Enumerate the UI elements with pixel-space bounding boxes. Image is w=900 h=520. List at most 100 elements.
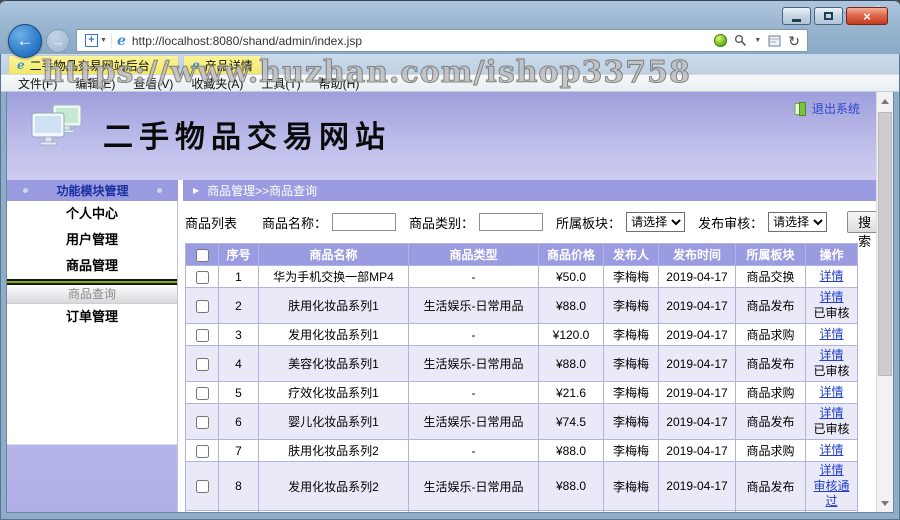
- sidebar-item[interactable]: 商品管理: [7, 253, 177, 279]
- tab-label: 产品详情: [204, 58, 253, 73]
- product-name: 疗效化妆品系列1: [258, 381, 409, 404]
- detail-link[interactable]: 审核通过: [808, 479, 855, 509]
- type-filter-input[interactable]: [479, 213, 544, 231]
- board: 商品交换: [735, 265, 806, 288]
- publish-date: 2019-04-17: [658, 403, 736, 440]
- filter-bar: 商品列表 商品名称： 商品类别： 所属板块： 请选择 发布审核： 请选择 搜索 …: [185, 201, 876, 249]
- sidebar-item[interactable]: 用户管理: [7, 227, 177, 253]
- name-filter-input[interactable]: [332, 213, 397, 231]
- operations-cell: 详情 已审核: [805, 345, 858, 382]
- browser-window: × ← → + ▼ e http://localhost:8080/shand/…: [0, 0, 900, 520]
- logout-label: 退出系统: [811, 102, 860, 116]
- sidebar-item[interactable]: 订单管理: [7, 304, 177, 330]
- sidebar-items-bottom: 订单管理: [7, 304, 177, 330]
- table-header-row: 序号 商品名称 商品类型 商品价格 发布人 发布时间 所属板块 操作: [185, 243, 858, 266]
- detail-link[interactable]: 详情: [819, 269, 843, 284]
- search-dropdown-icon[interactable]: ▼: [754, 37, 761, 44]
- row-checkbox[interactable]: [195, 415, 209, 429]
- maximize-button[interactable]: [814, 7, 843, 25]
- decor-dot-icon: [157, 188, 162, 193]
- select-all-checkbox[interactable]: [195, 248, 209, 262]
- board: 商品发布: [735, 345, 806, 382]
- forward-arrow-icon: →: [51, 33, 65, 49]
- search-button[interactable]: 搜索: [847, 211, 876, 249]
- column-header: 商品名称: [258, 243, 409, 266]
- product-price: ¥120.0: [538, 323, 604, 346]
- product-name: 发用化妆品系列1: [258, 323, 409, 346]
- column-header: 发布时间: [658, 243, 736, 266]
- row-checkbox[interactable]: [195, 386, 209, 400]
- menu-item[interactable]: 编辑(E): [66, 75, 124, 92]
- row-index: 1: [218, 265, 259, 288]
- row-checkbox[interactable]: [195, 480, 209, 494]
- publisher: 李梅梅: [603, 439, 659, 462]
- menu-item[interactable]: 文件(F): [9, 75, 66, 92]
- detail-link[interactable]: 详情: [819, 385, 843, 400]
- scroll-down-button[interactable]: [877, 495, 893, 511]
- menu-item[interactable]: 收藏夹(A): [182, 75, 252, 92]
- audit-filter-select[interactable]: 请选择: [768, 212, 828, 232]
- table-row: 8 发用化妆品系列2 生活娱乐-日常用品 ¥88.0 李梅梅 2019-04-17 商品发布…: [185, 461, 858, 511]
- scroll-up-button[interactable]: [877, 93, 893, 109]
- row-checkbox[interactable]: [195, 299, 209, 313]
- name-filter-label: 商品名称：: [262, 215, 328, 231]
- close-icon: ×: [863, 8, 871, 24]
- list-title: 商品列表: [185, 215, 238, 231]
- sidebar-item-product-query[interactable]: 商品查询: [7, 285, 177, 304]
- row-checkbox[interactable]: [195, 444, 209, 458]
- tab-admin-backend[interactable]: e 二手物品交易网站后台 ×: [8, 55, 180, 74]
- publish-date: 2019-04-17: [658, 287, 736, 324]
- detail-link[interactable]: 详情: [819, 406, 843, 421]
- sidebar-item[interactable]: 个人中心: [7, 201, 177, 227]
- tab-close-icon[interactable]: ×: [164, 59, 170, 71]
- address-bar[interactable]: + ▼ e http://localhost:8080/shand/admin/…: [76, 29, 808, 52]
- menu-item[interactable]: 工具(T): [252, 75, 309, 92]
- url-text[interactable]: http://localhost:8080/shand/admin/index.…: [132, 34, 362, 48]
- search-icon[interactable]: [734, 34, 747, 47]
- detail-link[interactable]: 详情: [819, 348, 843, 363]
- board: 商品求购: [735, 323, 806, 346]
- site-header: 二手物品交易网站 退出系统: [7, 92, 876, 180]
- detail-link[interactable]: 详情: [819, 327, 843, 342]
- page-icon[interactable]: [768, 35, 781, 47]
- row-select-cell: [185, 287, 219, 324]
- operations-cell: 详情: [805, 439, 858, 462]
- operations-cell: 详情 已审核: [805, 287, 858, 324]
- product-price: ¥88.0: [538, 287, 604, 324]
- scrollbar-thumb[interactable]: [878, 112, 892, 376]
- back-button[interactable]: ←: [8, 24, 42, 58]
- column-header: 发布人: [603, 243, 659, 266]
- page-title: 二手物品交易网站: [103, 121, 391, 154]
- product-type: -: [408, 510, 539, 512]
- table-row: 1 华为手机交换一部MP4- ¥50.0 李梅梅 2019-04-17 商品交换 详情: [185, 265, 858, 288]
- address-bar-icons: ▼ ↻: [714, 34, 803, 48]
- minimize-button[interactable]: [782, 7, 811, 25]
- product-price: ¥88.0: [538, 345, 604, 382]
- product-name: 婴儿化妆品系列1: [258, 403, 409, 440]
- detail-link[interactable]: 详情: [819, 463, 843, 478]
- publish-date: 2019-04-17: [658, 461, 736, 511]
- operations-cell: 详情: [805, 381, 858, 404]
- detail-link[interactable]: 详情: [819, 290, 843, 305]
- row-checkbox[interactable]: [195, 270, 209, 284]
- compatibility-plus-icon: +: [85, 34, 98, 47]
- logout-link[interactable]: 退出系统: [794, 100, 860, 117]
- board-filter-select[interactable]: 请选择: [626, 212, 686, 232]
- publisher: 李梅梅: [603, 345, 659, 382]
- close-button[interactable]: ×: [846, 7, 888, 25]
- row-checkbox[interactable]: [195, 328, 209, 342]
- menu-item[interactable]: 查看(V): [124, 75, 182, 92]
- detail-link[interactable]: 详情: [819, 443, 843, 458]
- refresh-icon[interactable]: ↻: [788, 34, 800, 48]
- breadcrumb: ▶ 商品管理>>商品查询: [183, 180, 876, 201]
- product-type: -: [408, 323, 539, 346]
- row-checkbox[interactable]: [195, 357, 209, 371]
- tab-product-detail[interactable]: e 产品详情: [183, 55, 262, 74]
- breadcrumb-label: 商品管理>>商品查询: [207, 184, 318, 198]
- vertical-scrollbar[interactable]: [876, 92, 893, 512]
- forward-button[interactable]: →: [46, 29, 70, 53]
- menu-item[interactable]: 帮助(H): [310, 75, 369, 92]
- maximize-icon: [824, 12, 833, 20]
- window-controls: ×: [782, 7, 888, 25]
- compatibility-view-button[interactable]: + ▼: [81, 33, 112, 48]
